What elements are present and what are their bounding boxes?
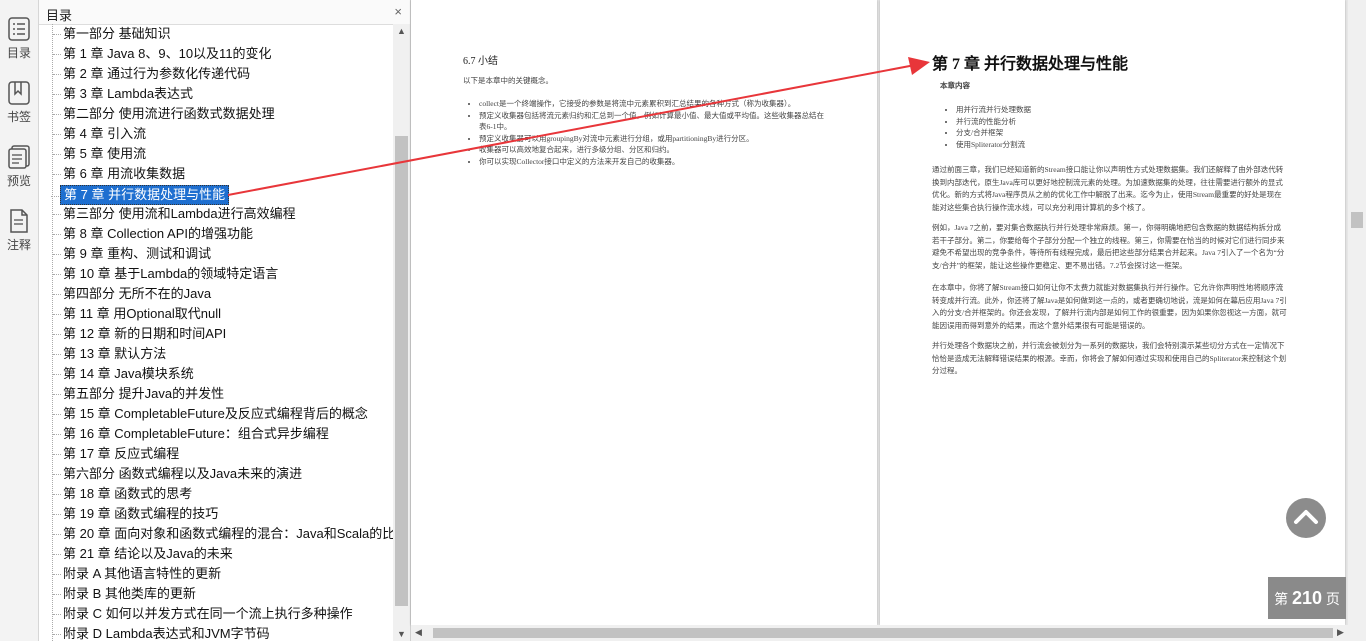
back-to-top-button[interactable] [1286, 498, 1326, 538]
rail-label: 注释 [6, 238, 31, 252]
page-indicator: 第 210 页 [1268, 577, 1346, 619]
preview-icon [8, 145, 30, 169]
doc-vscroll-thumb[interactable] [1351, 212, 1363, 228]
rail-toc[interactable]: 目录 [0, 16, 38, 61]
page-prefix: 第 [1274, 591, 1289, 607]
doc-vscrollbar[interactable] [1348, 0, 1366, 625]
section-intro: 以下是本章中的关键概念。 [463, 76, 553, 85]
toc-item[interactable]: 第五部分 提升Java的并发性 [52, 384, 224, 404]
rail-annotation[interactable]: 注释 [0, 208, 38, 253]
rail-bookmark[interactable]: 书签 [0, 80, 38, 125]
toc-item[interactable]: 第一部分 基础知识 [53, 24, 171, 44]
side-rail: 目录 书签 预览 注释 [0, 0, 39, 641]
section-heading: 6.7 小结 [463, 56, 498, 67]
contents-bullet: 并行流的性能分析 [956, 116, 1256, 128]
contents-bullet: 使用Spliterator分割流 [956, 139, 1256, 151]
toc-item[interactable]: 第 21 章 结论以及Java的未来 [53, 544, 233, 564]
toc-item[interactable]: 第六部分 函数式编程以及Java未来的演进 [52, 464, 302, 484]
toc-item[interactable]: 附录 A 其他语言特性的更新 [52, 564, 221, 584]
rail-label: 目录 [6, 46, 31, 60]
toc-item[interactable]: 第 12 章 新的日期和时间API [52, 324, 226, 344]
toc-item[interactable]: 第 2 章 通过行为参数化传递代码 [52, 64, 250, 84]
toc-item[interactable]: 第 19 章 函数式编程的技巧 [52, 504, 218, 524]
toc-item[interactable]: 第 3 章 Lambda表达式 [52, 84, 193, 104]
body-paragraph: 在本章中，你将了解Stream接口如何让你不太费力就能对数据集执行并行操作。它允… [932, 283, 1287, 330]
scroll-left-icon[interactable]: ◀ [415, 627, 422, 638]
toc-item[interactable]: 第 1 章 Java 8、9、10以及11的变化 [53, 44, 272, 64]
doc-hscrollbar[interactable]: ◀ ▶ [411, 625, 1366, 641]
toc-item[interactable]: 第 16 章 CompletableFuture：组合式异步编程 [53, 424, 329, 444]
toc-item[interactable]: 第 14 章 Java模块系统 [53, 364, 194, 384]
page-left: 6.7 小结 以下是本章中的关键概念。 collect是一个终端操作，它接受的参… [411, 0, 877, 625]
toc-item[interactable]: 第 8 章 Collection API的增强功能 [53, 224, 253, 244]
summary-bullet: collect是一个终端操作，它接受的参数是将流中元素累积到汇总结果的各种方式（… [479, 98, 831, 110]
body-paragraph: 通过前面三章，我们已经知道新的Stream接口能让你以声明性方式处理数据集。我们… [932, 165, 1284, 212]
tree-line [52, 24, 53, 641]
toc-item[interactable]: 第 20 章 面向对象和函数式编程的混合：Java和Scala的比较 [52, 524, 393, 544]
toc-icon [8, 17, 30, 41]
doc-hscroll-thumb[interactable] [433, 628, 1333, 638]
toc-item[interactable]: 第四部分 无所不在的Java [52, 284, 211, 304]
toc-item[interactable]: 第 7 章 并行数据处理与性能 [50, 185, 230, 205]
summary-bullet: 收集器可以高效地复合起来，进行多级分组、分区和归约。 [479, 144, 831, 156]
toc-item[interactable]: 第二部分 使用流进行函数式数据处理 [53, 104, 275, 124]
page-suffix: 页 [1325, 591, 1340, 607]
toc-item[interactable]: 第 6 章 用流收集数据 [52, 164, 185, 184]
toc-list: 第一部分 基础知识第 1 章 Java 8、9、10以及11的变化第 2 章 通… [39, 24, 393, 641]
rail-label: 书签 [6, 110, 31, 124]
body-paragraph: 并行处理各个数据块之前，并行流会被划分为一系列的数据块，我们会特别演示某些切分方… [932, 341, 1287, 375]
chapter-contents: 用并行流并行处理数据并行流的性能分析分支/合并框架使用Spliterator分割… [944, 104, 1256, 150]
contents-bullet: 分支/合并框架 [956, 127, 1256, 139]
bookmark-icon [8, 81, 30, 105]
toc-item[interactable]: 附录 B 其他类库的更新 [53, 584, 196, 604]
contents-label: 本章内容 [940, 81, 970, 90]
toc-panel: 目录 × 第一部分 基础知识第 1 章 Java 8、9、10以及11的变化第 … [39, 0, 411, 641]
toc-item[interactable]: 第 11 章 用Optional取代null [53, 304, 221, 324]
scroll-down-icon[interactable]: ▼ [397, 629, 406, 639]
toc-item[interactable]: 附录 D Lambda表达式和JVM字节码 [53, 624, 270, 641]
rail-preview[interactable]: 预览 [0, 144, 38, 189]
page-number: 210 [1291, 588, 1323, 608]
toc-item[interactable]: 第 9 章 重构、测试和调试 [52, 244, 211, 264]
toc-scroll-thumb[interactable] [395, 136, 408, 606]
toc-scrollbar[interactable]: ▲ ▼ [393, 24, 410, 641]
toc-item[interactable]: 第 4 章 引入流 [52, 124, 146, 144]
body-paragraph: 例如，Java 7之前，要对集合数据执行并行处理非常麻烦。第一，你得明确地把包含… [932, 223, 1285, 270]
document-view: 6.7 小结 以下是本章中的关键概念。 collect是一个终端操作，它接受的参… [411, 0, 1366, 641]
summary-bullet: 你可以实现Collector接口中定义的方法来开发自己的收集器。 [479, 156, 831, 168]
toc-item[interactable]: 第 18 章 函数式的思考 [52, 484, 192, 504]
chapter-title: 第 7 章 并行数据处理与性能 [932, 56, 1129, 73]
summary-list: collect是一个终端操作，它接受的参数是将流中元素累积到汇总结果的各种方式（… [467, 98, 831, 167]
close-icon[interactable]: × [394, 4, 402, 19]
toc-item[interactable]: 第 5 章 使用流 [52, 144, 146, 164]
toc-item[interactable]: 第 10 章 基于Lambda的领域特定语言 [52, 264, 278, 284]
toc-item[interactable]: 附录 C 如何以并发方式在同一个流上执行多种操作 [53, 604, 353, 624]
page-right: 第 7 章 并行数据处理与性能 本章内容 用并行流并行处理数据并行流的性能分析分… [880, 0, 1345, 625]
annotation-icon [10, 209, 28, 233]
scroll-right-icon[interactable]: ▶ [1337, 627, 1344, 638]
toc-item[interactable]: 第 15 章 CompletableFuture及反应式编程背后的概念 [53, 404, 368, 424]
chevron-up-icon [1294, 510, 1318, 524]
toc-item[interactable]: 第三部分 使用流和Lambda进行高效编程 [53, 204, 296, 224]
summary-bullet: 预定义收集器包括将流元素归约和汇总到一个值，例如计算最小值、最大值或平均值。这些… [479, 110, 831, 133]
contents-bullet: 用并行流并行处理数据 [956, 104, 1256, 116]
toc-title: 目录 [46, 8, 73, 23]
toc-header: 目录 × [39, 0, 410, 25]
rail-label: 预览 [6, 174, 31, 188]
summary-bullet: 预定义收集器可以用groupingBy对流中元素进行分组，或用partition… [479, 133, 831, 145]
toc-item[interactable]: 第 13 章 默认方法 [52, 344, 166, 364]
toc-item[interactable]: 第 17 章 反应式编程 [52, 444, 179, 464]
scroll-up-icon[interactable]: ▲ [397, 26, 406, 36]
